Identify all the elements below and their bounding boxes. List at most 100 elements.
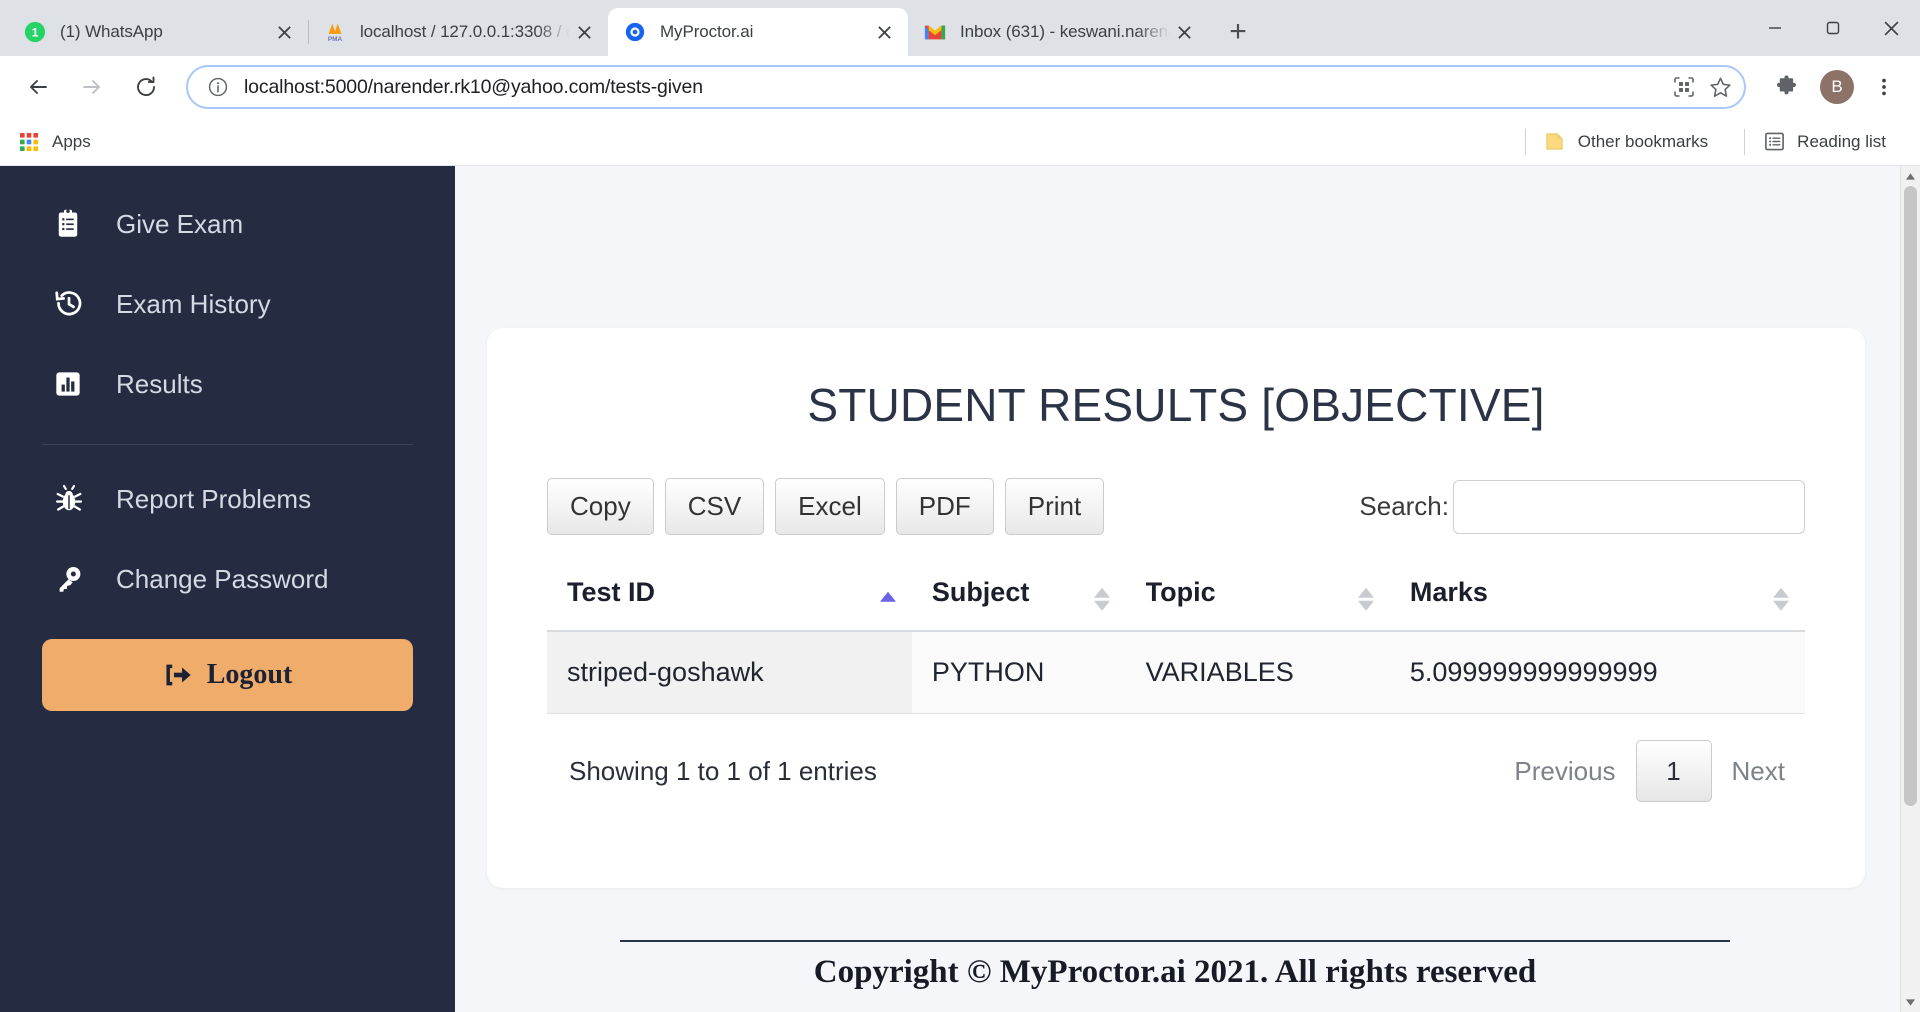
close-window-button[interactable] bbox=[1862, 0, 1920, 56]
pdf-button[interactable]: PDF bbox=[895, 478, 994, 535]
table-head: Test ID Subject Topic Marks bbox=[547, 563, 1805, 632]
pagination: Previous 1 Next bbox=[1494, 740, 1805, 802]
bookmarks-bar: Apps Other bookmarks Reading list bbox=[0, 118, 1920, 166]
bar-chart-icon bbox=[54, 370, 94, 398]
other-bookmarks-button[interactable]: Other bookmarks bbox=[1544, 131, 1708, 153]
logout-button[interactable]: Logout bbox=[42, 639, 413, 711]
table-header-row: Test ID Subject Topic Marks bbox=[547, 563, 1805, 632]
whatsapp-icon: 1 bbox=[24, 21, 46, 43]
close-icon[interactable] bbox=[1170, 18, 1198, 46]
scrollbar-thumb[interactable] bbox=[1904, 186, 1917, 806]
datatable-toolbar: Copy CSV Excel PDF Print Search: bbox=[547, 478, 1805, 535]
sidebar-item-exam-history[interactable]: Exam History bbox=[0, 284, 455, 324]
table-body: striped-goshawk PYTHON VARIABLES 5.09999… bbox=[547, 631, 1805, 714]
svg-text:PMA: PMA bbox=[328, 36, 343, 43]
cell-subject: PYTHON bbox=[911, 631, 1126, 714]
sidebar-item-label: Results bbox=[116, 368, 203, 399]
browser-toolbar: localhost:5000/narender.rk10@yahoo.com/t… bbox=[0, 56, 1920, 118]
close-icon[interactable] bbox=[570, 18, 598, 46]
search-input[interactable] bbox=[1453, 479, 1805, 534]
cell-marks: 5.099999999999999 bbox=[1389, 631, 1805, 714]
minimize-button[interactable] bbox=[1746, 0, 1804, 56]
history-clock-icon bbox=[54, 289, 94, 319]
csv-button[interactable]: CSV bbox=[664, 478, 765, 535]
column-header-topic[interactable]: Topic bbox=[1125, 563, 1390, 632]
column-header-subject[interactable]: Subject bbox=[911, 563, 1126, 632]
footer-copyright: Copyright © MyProctor.ai 2021. All right… bbox=[620, 940, 1730, 991]
sign-out-icon bbox=[163, 661, 193, 689]
bookmark-apps[interactable]: Apps bbox=[18, 131, 91, 153]
search-area: Search: bbox=[1359, 479, 1805, 534]
sidebar-divider bbox=[42, 444, 413, 445]
previous-page-button[interactable]: Previous bbox=[1494, 740, 1635, 802]
star-icon[interactable] bbox=[1702, 69, 1738, 105]
window-controls bbox=[1746, 0, 1920, 56]
puzzle-icon[interactable] bbox=[1766, 67, 1806, 107]
sidebar-item-label: Give Exam bbox=[116, 208, 244, 239]
browser-tab-myproctor[interactable]: MyProctor.ai bbox=[608, 8, 908, 56]
three-dot-menu-icon[interactable] bbox=[1864, 67, 1904, 107]
sidebar-item-label: Report Problems bbox=[116, 483, 312, 514]
column-label: Test ID bbox=[567, 577, 656, 607]
tab-title: (1) WhatsApp bbox=[60, 22, 163, 41]
page-1-button[interactable]: 1 bbox=[1635, 740, 1712, 802]
sidebar-item-results[interactable]: Results bbox=[0, 364, 455, 404]
next-page-button[interactable]: Next bbox=[1712, 740, 1805, 802]
sidebar-item-label: Exam History bbox=[116, 288, 271, 319]
forward-icon[interactable] bbox=[70, 65, 114, 109]
browser-window: 1 (1) WhatsApp PMA localhost / 127.0.0.1… bbox=[0, 0, 1920, 1012]
bookmark-label: Other bookmarks bbox=[1577, 131, 1709, 151]
divider bbox=[1524, 128, 1526, 155]
vertical-scrollbar[interactable] bbox=[1900, 166, 1920, 1012]
key-icon bbox=[54, 564, 94, 594]
entries-info: Showing 1 to 1 of 1 entries bbox=[569, 755, 877, 786]
sort-indicator bbox=[1773, 587, 1789, 611]
excel-button[interactable]: Excel bbox=[775, 478, 885, 535]
phpmyadmin-icon: PMA bbox=[324, 21, 346, 43]
table-row[interactable]: striped-goshawk PYTHON VARIABLES 5.09999… bbox=[547, 631, 1805, 714]
reload-icon[interactable] bbox=[124, 65, 168, 109]
sort-indicator-asc bbox=[879, 591, 896, 604]
sidebar-item-report-problems[interactable]: Report Problems bbox=[0, 479, 455, 519]
browser-tab-gmail[interactable]: Inbox (631) - keswani.narend bbox=[908, 8, 1208, 56]
qr-code-icon[interactable] bbox=[1666, 69, 1702, 105]
sidebar-item-change-password[interactable]: Change Password bbox=[0, 559, 455, 599]
browser-tab-phpmyadmin[interactable]: PMA localhost / 127.0.0.1:3308 / q bbox=[308, 8, 608, 56]
results-table: Test ID Subject Topic Marks striped-gosh… bbox=[547, 563, 1805, 714]
new-tab-button[interactable]: + bbox=[1218, 12, 1258, 52]
scroll-up-arrow[interactable] bbox=[1901, 166, 1920, 186]
sidebar-item-give-exam[interactable]: Give Exam bbox=[0, 204, 455, 244]
column-label: Topic bbox=[1145, 577, 1216, 607]
copy-button[interactable]: Copy bbox=[547, 478, 654, 535]
column-label: Marks bbox=[1409, 577, 1488, 607]
results-card: STUDENT RESULTS [OBJECTIVE] Copy CSV Exc… bbox=[487, 328, 1865, 888]
page-viewport: Give Exam Exam History Results Report Pr… bbox=[0, 166, 1920, 1012]
main-content: STUDENT RESULTS [OBJECTIVE] Copy CSV Exc… bbox=[455, 166, 1920, 1012]
gmail-icon bbox=[924, 21, 946, 43]
sort-indicator bbox=[1093, 587, 1110, 611]
cell-topic: VARIABLES bbox=[1125, 631, 1390, 714]
maximize-button[interactable] bbox=[1804, 0, 1862, 56]
datatable-footer: Showing 1 to 1 of 1 entries Previous 1 N… bbox=[547, 740, 1805, 802]
svg-text:1: 1 bbox=[32, 26, 39, 40]
apps-grid-icon bbox=[18, 131, 40, 153]
print-button[interactable]: Print bbox=[1004, 478, 1105, 535]
address-bar[interactable]: localhost:5000/narender.rk10@yahoo.com/t… bbox=[186, 65, 1746, 109]
avatar[interactable]: B bbox=[1820, 70, 1854, 104]
sort-indicator bbox=[1357, 587, 1374, 611]
column-header-test-id[interactable]: Test ID bbox=[547, 563, 912, 632]
search-label: Search: bbox=[1359, 491, 1449, 521]
back-icon[interactable] bbox=[16, 65, 60, 109]
close-icon[interactable] bbox=[270, 18, 298, 46]
reading-list-button[interactable]: Reading list bbox=[1763, 131, 1886, 153]
site-info-icon[interactable] bbox=[206, 75, 230, 99]
clipboard-list-icon bbox=[54, 209, 94, 239]
divider bbox=[1744, 128, 1746, 155]
column-label: Subject bbox=[931, 577, 1030, 607]
browser-tab-whatsapp[interactable]: 1 (1) WhatsApp bbox=[8, 8, 308, 56]
scroll-down-arrow[interactable] bbox=[1901, 992, 1920, 1012]
close-icon[interactable] bbox=[870, 18, 898, 46]
column-header-marks[interactable]: Marks bbox=[1389, 563, 1805, 632]
bug-icon bbox=[54, 484, 94, 514]
sidebar-item-label: Change Password bbox=[116, 563, 329, 594]
